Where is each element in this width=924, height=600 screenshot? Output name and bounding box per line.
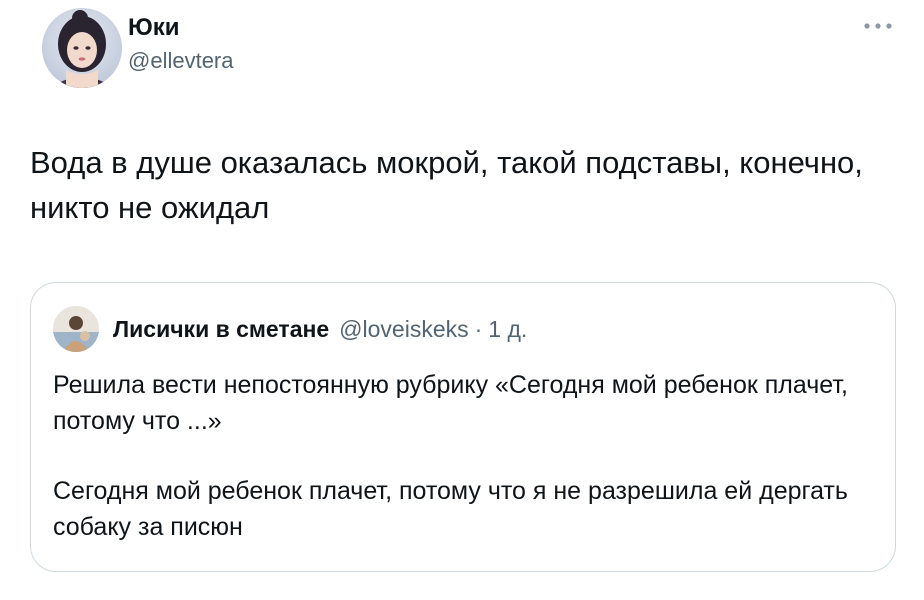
quoted-author-handle[interactable]: @loveiskeks: [339, 316, 468, 343]
quoted-paragraph: Решила вести непостоянную рубрику «Сегод…: [53, 371, 848, 435]
avatar-portrait-icon: [42, 8, 122, 88]
quoted-tweet-header: Лисички в сметане @loveiskeks · 1 д.: [53, 305, 527, 353]
meta-separator: ·: [474, 315, 483, 342]
quoted-tweet-text: Решила вести непостоянную рубрику «Сегод…: [53, 367, 873, 579]
author-handle[interactable]: @ellevtera: [128, 46, 234, 76]
author-display-name[interactable]: Юки: [128, 14, 234, 42]
more-options-button[interactable]: [860, 12, 896, 40]
tweet-page: Юки @ellevtera Вода в душе оказалась мок…: [0, 0, 924, 600]
tweet-header: Юки @ellevtera: [42, 8, 902, 90]
more-horizontal-icon: [864, 23, 892, 29]
quoted-paragraph: Сегодня мой ребенок плачет, потому что я…: [53, 477, 848, 541]
quoted-author-avatar[interactable]: [53, 306, 99, 352]
avatar-photo-icon: [53, 306, 99, 352]
quoted-tweet-card[interactable]: Лисички в сметане @loveiskeks · 1 д. Реш…: [30, 282, 896, 572]
author-info: Юки @ellevtera: [128, 14, 234, 76]
tweet-text: Вода в душе оказалась мокрой, такой подс…: [30, 145, 863, 225]
quoted-author-display-name[interactable]: Лисички в сметане: [113, 316, 329, 343]
quoted-timestamp[interactable]: 1 д.: [488, 316, 527, 343]
author-avatar[interactable]: [42, 8, 122, 88]
